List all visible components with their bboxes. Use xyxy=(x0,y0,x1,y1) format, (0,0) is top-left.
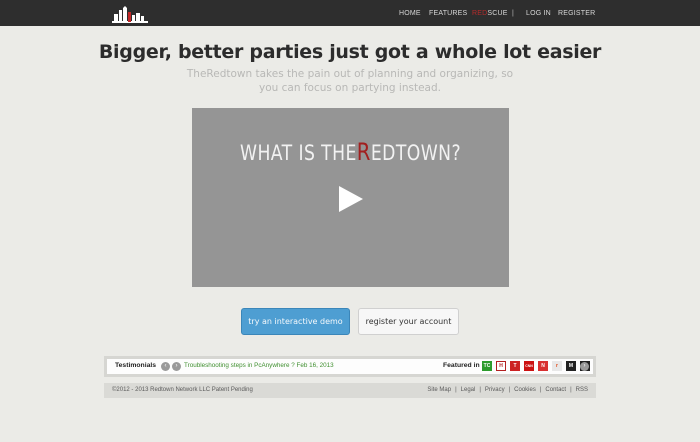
testimonial-next-icon[interactable]: › xyxy=(172,362,181,371)
footer: ©2012 - 2013 Redtown Network LLC Patent … xyxy=(104,383,596,398)
footer-separator: | xyxy=(508,387,511,393)
footer-link-cookies[interactable]: Cookies xyxy=(514,387,536,393)
featured-next-icon[interactable]: › xyxy=(580,362,589,371)
footer-link-privacy[interactable]: Privacy xyxy=(485,387,505,393)
nav-rescue-red: RED xyxy=(472,9,488,17)
footer-link-sitemap[interactable]: Site Map xyxy=(427,387,451,393)
footer-links: Site Map | Legal | Privacy | Cookies | C… xyxy=(427,387,588,393)
nav-home[interactable]: HOME xyxy=(399,0,421,26)
page-subline: TheRedtown takes the pain out of plannin… xyxy=(186,68,514,94)
hn-logo-icon[interactable]: H xyxy=(496,361,506,371)
footer-link-rss[interactable]: RSS xyxy=(576,387,588,393)
nav-rescue-rest: SCUE xyxy=(487,9,508,17)
video-title: WHAT IS THEREDTOWN? xyxy=(240,138,461,166)
nav-rescue[interactable]: RED SCUE xyxy=(472,0,508,26)
top-nav-bar: HOME FEATURES RED SCUE | LOG IN REGISTER xyxy=(0,0,700,26)
mashable-logo-icon[interactable]: M xyxy=(566,361,576,371)
techcrunch-logo-icon[interactable]: TC xyxy=(482,361,492,371)
nav-separator: | xyxy=(512,9,515,17)
cnn-logo-icon[interactable]: CNN xyxy=(524,361,534,371)
footer-separator: | xyxy=(479,387,481,393)
feed-logo-icon[interactable]: N xyxy=(538,361,548,371)
footer-separator: | xyxy=(455,387,457,393)
nav-features[interactable]: FEATURES xyxy=(429,0,467,26)
page-headline: Bigger, better parties just got a whole … xyxy=(98,41,602,63)
reddit-logo-icon[interactable]: r xyxy=(552,361,562,371)
featured-in-label: Featured in xyxy=(443,362,480,369)
footer-link-contact[interactable]: Contact xyxy=(545,387,566,393)
redtown-logo[interactable] xyxy=(112,6,148,23)
copyright-text: ©2012 - 2013 Redtown Network LLC Patent … xyxy=(112,387,253,393)
video-player[interactable]: WHAT IS THEREDTOWN? xyxy=(192,108,509,287)
press-logos: TC H T CNN N r M Fb xyxy=(482,361,590,371)
t-logo-icon[interactable]: T xyxy=(510,361,520,371)
footer-separator: | xyxy=(539,387,542,393)
nav-register[interactable]: REGISTER xyxy=(558,0,595,26)
try-demo-button[interactable]: try an interactive demo xyxy=(241,308,350,335)
testimonial-prev-icon[interactable]: ‹ xyxy=(161,362,170,371)
testimonial-text[interactable]: Troubleshooting steps in PcAnywhere ? Fe… xyxy=(184,362,334,369)
testimonials-label: Testimonials xyxy=(115,362,157,369)
footer-link-legal[interactable]: Legal xyxy=(461,387,476,393)
footer-separator: | xyxy=(570,387,572,393)
nav-login[interactable]: LOG IN xyxy=(526,0,551,26)
play-icon[interactable] xyxy=(339,186,363,212)
register-account-button[interactable]: register your account xyxy=(358,308,459,335)
testimonials-bar: Testimonials ‹ › Troubleshooting steps i… xyxy=(104,356,596,377)
